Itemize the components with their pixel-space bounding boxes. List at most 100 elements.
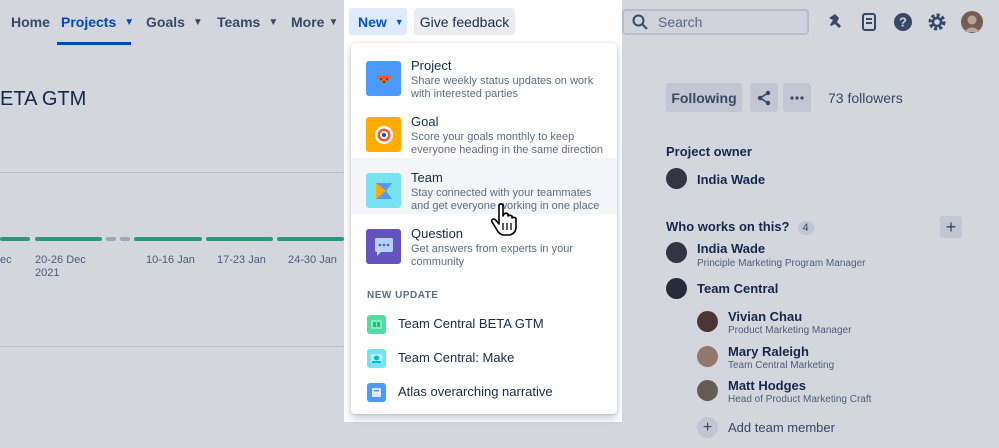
- person-name[interactable]: Mary Raleigh: [728, 344, 809, 359]
- nav-teams[interactable]: Teams ▼: [217, 0, 278, 44]
- update-item-label: Team Central BETA GTM: [398, 316, 544, 331]
- add-icon[interactable]: +: [697, 417, 718, 438]
- timeline-bar: [206, 237, 273, 241]
- update-item[interactable]: Atlas overarching narrative: [351, 376, 617, 408]
- nav-active-indicator: [57, 42, 131, 45]
- nav-goals-label: Goals: [146, 14, 185, 30]
- chevron-down-icon: ▼: [192, 16, 203, 28]
- add-person-button[interactable]: +: [940, 216, 962, 238]
- avatar: [697, 380, 718, 401]
- project-owner-heading: Project owner: [666, 144, 752, 159]
- update-item-label: Team Central: Make: [398, 350, 515, 365]
- timeline-label: 20-26 Dec: [35, 254, 86, 266]
- nav-projects-label: Projects: [61, 14, 117, 30]
- menu-item-title: Team: [411, 170, 443, 185]
- avatar: [666, 242, 687, 263]
- divider: [0, 346, 344, 347]
- followers-count[interactable]: 73 followers: [828, 90, 903, 106]
- timeline-bar: [134, 237, 202, 241]
- timeline-bar: [35, 237, 102, 241]
- menu-item-team[interactable]: Team Stay connected with your teammates …: [351, 158, 617, 214]
- updates-icon[interactable]: [858, 11, 880, 33]
- timeline-bar: [277, 237, 344, 241]
- person-role: Principle Marketing Program Manager: [697, 258, 866, 269]
- timeline-bar: [0, 237, 30, 241]
- avatar: [697, 346, 718, 367]
- project-thumbnail-icon: [367, 383, 386, 402]
- help-icon[interactable]: ?: [892, 11, 914, 33]
- person-role: Team Central Marketing: [728, 360, 835, 371]
- project-thumbnail-icon: [367, 315, 386, 334]
- menu-item-title: Project: [411, 58, 452, 73]
- new-button-label: New: [358, 13, 387, 30]
- menu-item-title: Goal: [411, 114, 439, 129]
- who-works-label: Who works on this?: [666, 219, 790, 234]
- following-button[interactable]: Following: [666, 83, 742, 112]
- person-role: Product Marketing Manager: [728, 325, 852, 336]
- share-icon: [757, 90, 771, 105]
- team-flag-icon: [366, 173, 401, 208]
- divider: [0, 172, 344, 173]
- chevron-down-icon: ▼: [328, 16, 339, 28]
- menu-item-goal[interactable]: Goal Score your goals monthly to keep ev…: [351, 102, 617, 158]
- count-badge: 4: [797, 221, 814, 235]
- person-name[interactable]: Matt Hodges: [728, 378, 806, 393]
- watermelon-icon: [366, 61, 401, 96]
- target-icon: [366, 117, 401, 152]
- more-actions-button[interactable]: [783, 83, 811, 112]
- add-team-member[interactable]: Add team member: [728, 420, 835, 435]
- hand-cursor-icon: [490, 203, 520, 242]
- timeline-label: 2021: [35, 267, 60, 279]
- nav-goals[interactable]: Goals ▼: [146, 0, 203, 44]
- new-update-heading: NEW UPDATE: [367, 290, 439, 301]
- avatar: [666, 168, 687, 189]
- team-avatar: [666, 278, 687, 299]
- menu-item-question[interactable]: Question Get answers from experts in you…: [351, 214, 617, 270]
- chevron-down-icon: ▼: [268, 16, 279, 28]
- menu-item-description: Score your goals monthly to keep everyon…: [411, 131, 604, 156]
- nav-more[interactable]: More ▼: [291, 0, 338, 44]
- nav-teams-label: Teams: [217, 14, 261, 30]
- menu-item-description: Get answers from experts in your communi…: [411, 243, 574, 268]
- menu-item-description: Share weekly status updates on work with…: [411, 75, 594, 100]
- owner-name[interactable]: India Wade: [697, 172, 765, 187]
- chevron-down-icon: ▼: [124, 16, 135, 28]
- menu-item-project[interactable]: Project Share weekly status updates on w…: [351, 46, 617, 102]
- search-placeholder: Search: [658, 14, 703, 30]
- svg-text:?: ?: [899, 15, 907, 30]
- update-item[interactable]: Team Central BETA GTM: [351, 308, 617, 340]
- new-dropdown-menu: Project Share weekly status updates on w…: [351, 43, 617, 414]
- search-input[interactable]: Search: [622, 9, 809, 35]
- team-name[interactable]: Team Central: [697, 281, 778, 296]
- timeline-label: 10-16 Jan: [146, 254, 195, 266]
- share-button[interactable]: [750, 83, 778, 112]
- user-avatar[interactable]: [961, 11, 983, 33]
- avatar: [697, 311, 718, 332]
- give-feedback-button[interactable]: Give feedback: [414, 8, 515, 35]
- timeline-bar: [106, 237, 116, 241]
- more-dots-icon: [790, 95, 804, 100]
- new-button[interactable]: New ▼: [349, 8, 407, 35]
- nav-home-label: Home: [11, 14, 50, 30]
- timeline-label: 24-30 Jan: [288, 254, 337, 266]
- timeline-label: ec: [0, 254, 12, 266]
- timeline-label: 17-23 Jan: [217, 254, 266, 266]
- project-thumbnail-icon: [367, 349, 386, 368]
- timeline-bar: [120, 237, 130, 241]
- who-works-heading: Who works on this? 4: [666, 219, 814, 235]
- gear-icon[interactable]: [926, 11, 948, 33]
- update-item-label: Atlas overarching narrative: [398, 384, 553, 399]
- project-title: ETA GTM: [0, 88, 87, 110]
- menu-item-title: Question: [411, 226, 464, 241]
- update-item[interactable]: Team Central: Make: [351, 342, 617, 374]
- speech-bubble-icon: [366, 229, 401, 264]
- person-name[interactable]: Vivian Chau: [728, 309, 802, 324]
- person-role: Head of Product Marketing Craft: [728, 394, 872, 405]
- nav-home[interactable]: Home: [11, 0, 50, 44]
- person-name[interactable]: India Wade: [697, 241, 765, 256]
- notifications-icon[interactable]: [824, 11, 846, 33]
- nav-projects[interactable]: Projects ▼: [61, 0, 134, 44]
- chevron-down-icon: ▼: [394, 16, 404, 27]
- search-icon: [632, 14, 648, 30]
- nav-more-label: More: [291, 14, 325, 30]
